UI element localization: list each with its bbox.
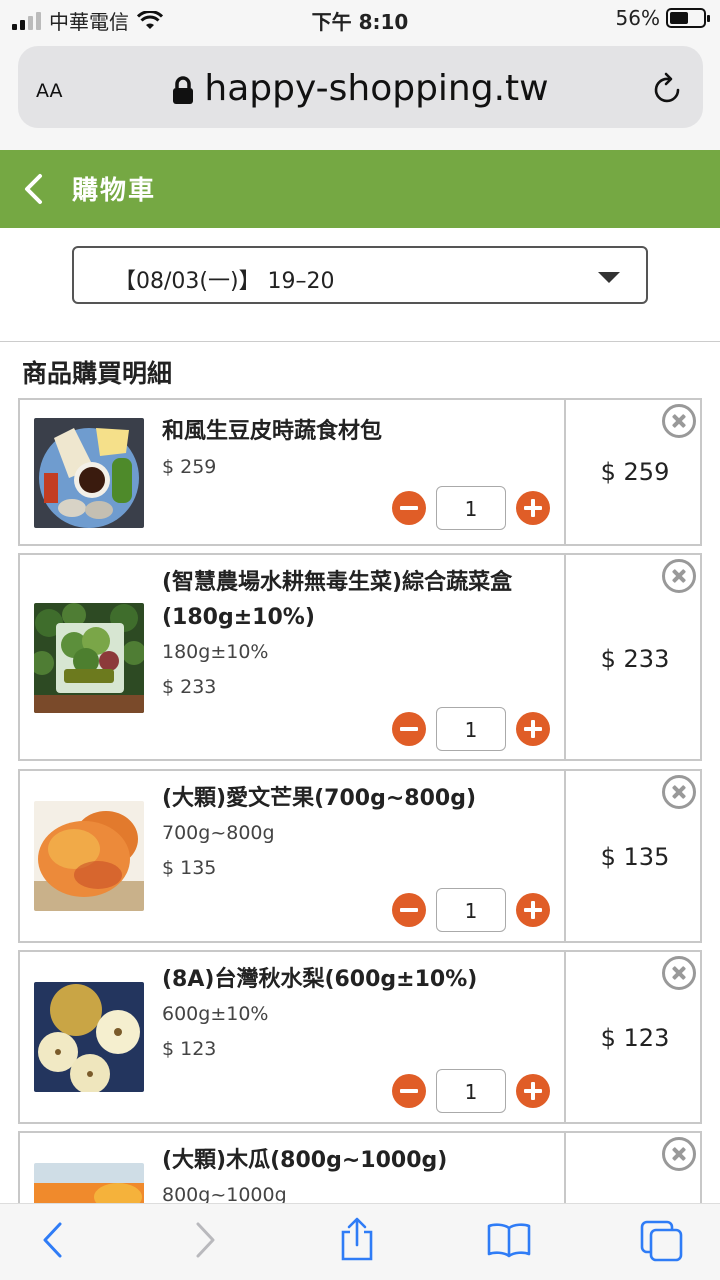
clock: 下午 8:10 [311,10,409,34]
section-title: 商品購買明細 [22,359,173,388]
product-spec: 700g~800g [162,822,275,844]
product-image [34,418,144,528]
product-name[interactable]: (8A)台灣秋水梨(600g±10%) [162,962,558,997]
cart-item: (智慧農場水耕無毒生菜)綜合蔬菜盒(180g±10%) 180g±10% $ 2… [18,553,702,761]
page-title: 購物車 [72,176,157,206]
section-divider [0,341,720,342]
product-name[interactable]: (大顆)木瓜(800g~1000g) [162,1143,558,1178]
product-image [34,982,144,1092]
page-header: 購物車 [0,150,720,228]
remove-item-icon[interactable] [662,956,696,990]
url-text: happy-shopping.tw [204,68,549,109]
remove-item-icon[interactable] [662,404,696,438]
product-spec: 180g±10% [162,641,269,663]
quantity-input[interactable]: 1 [436,1069,506,1113]
decrease-quantity-button[interactable] [392,491,426,525]
unit-price: $ 259 [162,456,217,478]
remove-item-icon[interactable] [662,1137,696,1171]
increase-quantity-button[interactable] [516,712,550,746]
battery-percentage: 56% [615,6,660,30]
address-bar[interactable]: AA happy-shopping.tw [18,46,703,128]
increase-quantity-button[interactable] [516,1074,550,1108]
tabs-icon[interactable] [640,1220,684,1262]
quantity-stepper: 1 [392,486,552,532]
line-total: $ 233 [600,645,670,673]
remove-item-icon[interactable] [662,775,696,809]
quantity-stepper: 1 [392,1069,552,1115]
product-name[interactable]: (大顆)愛文芒果(700g~800g) [162,781,558,816]
browser-back-icon[interactable] [40,1220,66,1260]
line-total: $ 123 [600,1024,670,1052]
product-image [34,801,144,911]
browser-address-area: AA happy-shopping.tw [0,38,720,150]
cart-item: (8A)台灣秋水梨(600g±10%) 600g±10% $ 123 1 $ 1… [18,950,702,1124]
cart-item: 和風生豆皮時蔬食材包 $ 259 1 $ 259 [18,398,702,546]
url-field[interactable]: happy-shopping.tw [18,68,703,109]
decrease-quantity-button[interactable] [392,712,426,746]
product-name[interactable]: (智慧農場水耕無毒生菜)綜合蔬菜盒(180g±10%) [162,565,558,635]
unit-price: $ 123 [162,1038,217,1060]
lock-icon [173,76,194,104]
browser-forward-icon[interactable] [192,1220,218,1260]
increase-quantity-button[interactable] [516,893,550,927]
battery-icon [666,8,710,28]
quantity-stepper: 1 [392,888,552,934]
decrease-quantity-button[interactable] [392,893,426,927]
reload-icon[interactable] [653,72,683,104]
increase-quantity-button[interactable] [516,491,550,525]
quantity-input[interactable]: 1 [436,888,506,932]
bookmarks-icon[interactable] [486,1222,532,1258]
product-name[interactable]: 和風生豆皮時蔬食材包 [162,414,558,449]
decrease-quantity-button[interactable] [392,1074,426,1108]
delivery-slot-select[interactable]: 【08/03(一)】 19–20 [72,246,648,304]
unit-price: $ 135 [162,857,217,879]
line-total: $ 259 [600,458,670,486]
unit-price: $ 233 [162,676,217,698]
quantity-input[interactable]: 1 [436,707,506,751]
quantity-input[interactable]: 1 [436,486,506,530]
dropdown-caret-icon [598,272,620,283]
cart-item: (大顆)愛文芒果(700g~800g) 700g~800g $ 135 1 $ … [18,769,702,943]
line-total: $ 135 [600,843,670,871]
share-icon[interactable] [338,1216,376,1262]
back-arrow-icon[interactable] [22,172,44,206]
browser-toolbar [0,1203,720,1280]
quantity-stepper: 1 [392,707,552,753]
status-bar: 中華電信 下午 8:10 56% [0,0,720,38]
remove-item-icon[interactable] [662,559,696,593]
product-spec: 600g±10% [162,1003,269,1025]
delivery-slot-value: 【08/03(一)】 19–20 [114,269,335,294]
product-image [34,603,144,713]
